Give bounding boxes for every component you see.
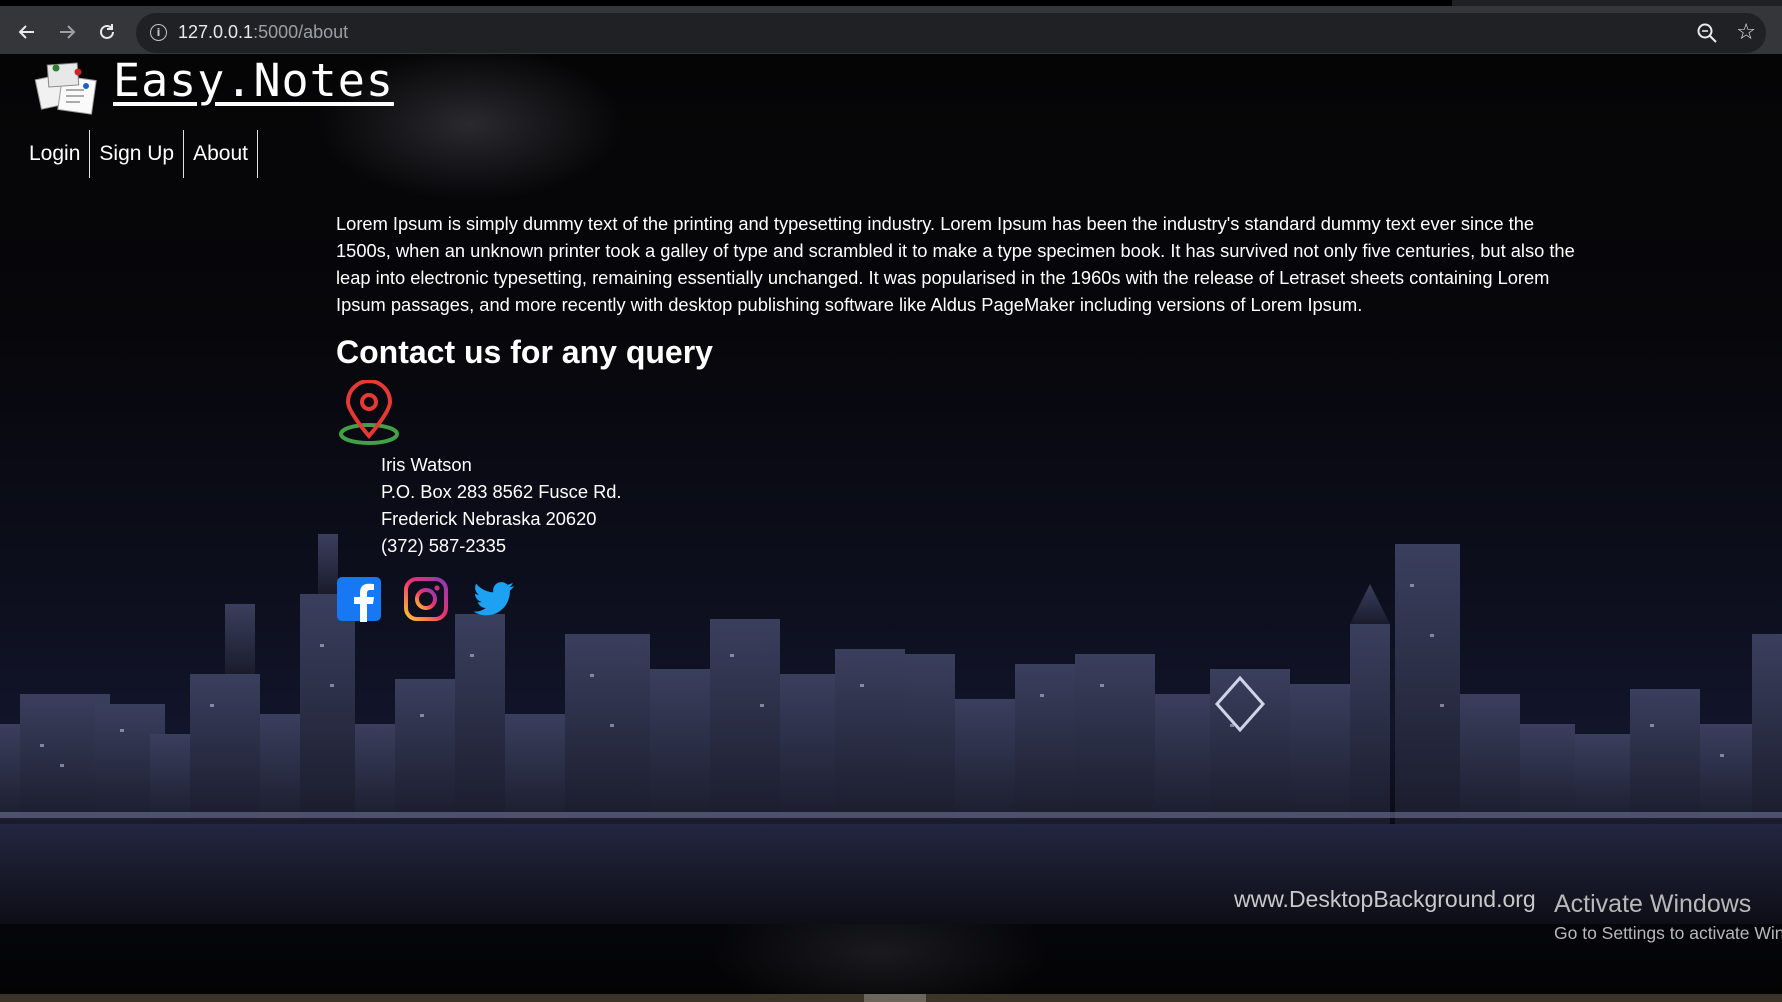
url-path: :5000/about	[253, 22, 349, 42]
contact-address: Iris Watson P.O. Box 283 8562 Fusce Rd. …	[381, 451, 622, 559]
zoom-icon[interactable]	[1696, 22, 1718, 44]
horizontal-scrollbar[interactable]	[0, 994, 1782, 1002]
star-icon[interactable]: ☆	[1736, 20, 1756, 45]
nav-about-link[interactable]: About	[184, 130, 258, 178]
back-button[interactable]	[13, 18, 41, 46]
info-icon[interactable]: i	[150, 24, 167, 41]
facebook-link[interactable]	[336, 576, 382, 622]
address-line1: P.O. Box 283 8562 Fusce Rd.	[381, 481, 622, 502]
map-pin-icon	[339, 380, 399, 445]
social-links	[336, 576, 516, 622]
address-bar[interactable]: i 127.0.0.1:5000/about ☆	[136, 13, 1766, 53]
url-text[interactable]: 127.0.0.1:5000/about	[178, 22, 348, 43]
activate-title: Activate Windows	[1554, 890, 1752, 918]
forward-button[interactable]	[53, 18, 81, 46]
nav-signup-link[interactable]: Sign Up	[90, 130, 185, 178]
instagram-link[interactable]	[403, 576, 449, 622]
background-watermark: www.DesktopBackground.org	[1234, 886, 1536, 912]
page-viewport: Easy.Notes Login Sign Up About Lorem Ips…	[0, 54, 1782, 994]
about-paragraph: Lorem Ipsum is simply dummy text of the …	[336, 213, 1575, 315]
scrollbar-thumb[interactable]	[864, 994, 926, 1002]
city-skyline-background	[0, 534, 1782, 924]
activate-subtitle: Go to Settings to activate Windows.	[1554, 923, 1782, 943]
facebook-icon	[337, 577, 381, 622]
activate-windows-overlay: Activate Windows Go to Settings to activ…	[1554, 890, 1782, 944]
twitter-link[interactable]	[470, 576, 516, 622]
notes-logo-icon[interactable]	[34, 60, 102, 116]
arrow-left-icon	[18, 25, 34, 39]
arrow-right-icon	[60, 25, 76, 39]
instagram-icon	[404, 577, 448, 621]
reload-button[interactable]	[93, 18, 121, 46]
url-host: 127.0.0.1	[178, 22, 254, 42]
address-phone: (372) 587-2335	[381, 535, 507, 556]
contact-heading: Contact us for any query	[336, 334, 713, 370]
address-name: Iris Watson	[381, 454, 472, 475]
tab-strip	[0, 0, 1452, 6]
browser-toolbar: i 127.0.0.1:5000/about ☆	[0, 0, 1782, 54]
site-title-link[interactable]: Easy.Notes	[113, 54, 394, 107]
twitter-icon	[473, 582, 514, 616]
reload-icon	[100, 24, 114, 39]
main-nav: Login Sign Up About	[20, 130, 258, 178]
address-line2: Frederick Nebraska 20620	[381, 508, 597, 529]
nav-login-link[interactable]: Login	[20, 130, 91, 178]
